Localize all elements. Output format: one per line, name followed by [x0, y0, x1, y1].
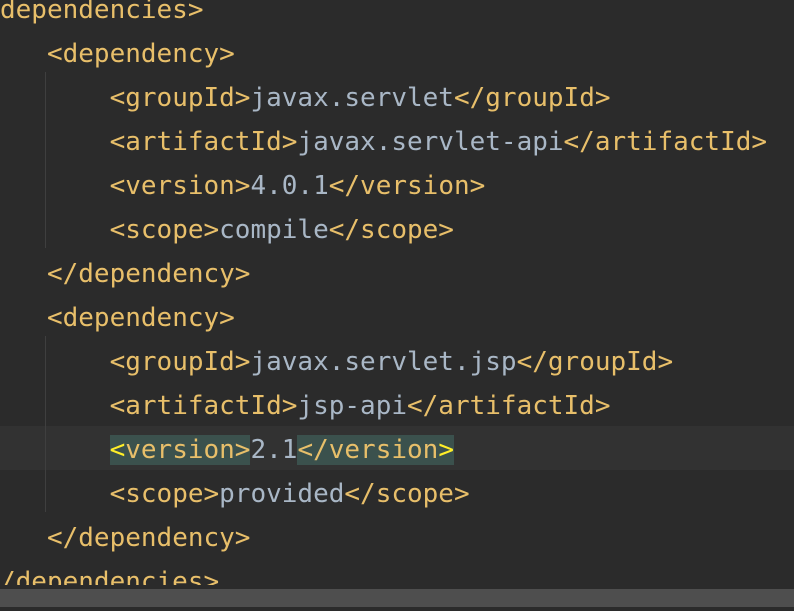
xml-tag: <groupId>	[109, 83, 251, 113]
xml-tag: >	[438, 435, 454, 465]
xml-tag: </dependency>	[46, 259, 251, 289]
xml-value: javax.servlet	[250, 83, 454, 113]
xml-tag: </version>	[328, 171, 486, 201]
horizontal-scrollbar[interactable]	[0, 585, 794, 611]
code-line[interactable]: dependencies>	[0, 0, 204, 32]
code-line[interactable]: <scope>compile</scope>	[0, 208, 454, 252]
code-line[interactable]: </dependency>	[0, 516, 251, 560]
xml-tag: <	[109, 435, 126, 465]
xml-tag: dependencies>	[0, 0, 204, 25]
code-editor[interactable]: dependencies> <dependency> <groupId>java…	[0, 0, 794, 611]
xml-tag: <artifactId>	[109, 127, 298, 157]
xml-tag: <version>	[109, 171, 251, 201]
xml-tag: <dependency>	[46, 303, 235, 333]
xml-value: 4.0.1	[250, 171, 329, 201]
xml-tag: version>	[125, 435, 251, 465]
xml-value: compile	[219, 215, 329, 245]
code-line[interactable]: <groupId>javax.servlet</groupId>	[0, 76, 611, 120]
xml-tag: <scope>	[109, 479, 220, 509]
xml-tag: </groupId>	[516, 347, 674, 377]
code-line[interactable]: <dependency>	[0, 296, 235, 340]
code-line[interactable]: <dependency>	[0, 32, 235, 76]
xml-tag: </artifactId>	[563, 127, 768, 157]
xml-tag: </artifactId>	[407, 391, 611, 421]
xml-tag: <dependency>	[46, 39, 235, 69]
code-line[interactable]: <scope>provided</scope>	[0, 472, 470, 516]
xml-tag: </groupId>	[453, 83, 611, 113]
xml-value: javax.servlet-api	[297, 127, 564, 157]
xml-value: 2.1	[250, 435, 298, 465]
xml-tag: <artifactId>	[109, 391, 298, 421]
xml-value: provided	[219, 479, 345, 509]
xml-value: jsp-api	[297, 391, 407, 421]
code-line[interactable]: <version>2.1</version>	[0, 428, 454, 472]
code-line[interactable]: <version>4.0.1</version>	[0, 164, 486, 208]
scrollbar-thumb[interactable]	[0, 589, 794, 607]
xml-tag: </dependency>	[46, 523, 251, 553]
code-line[interactable]: <artifactId>jsp-api</artifactId>	[0, 384, 611, 428]
xml-tag: <scope>	[109, 215, 220, 245]
code-line[interactable]: <groupId>javax.servlet.jsp</groupId>	[0, 340, 674, 384]
xml-tag: </version	[297, 435, 439, 465]
code-line[interactable]: </dependency>	[0, 252, 251, 296]
xml-tag: <groupId>	[109, 347, 251, 377]
xml-value: javax.servlet.jsp	[250, 347, 517, 377]
xml-tag: </scope>	[344, 479, 470, 509]
xml-tag: </scope>	[328, 215, 454, 245]
code-line[interactable]: <artifactId>javax.servlet-api</artifactI…	[0, 120, 767, 164]
